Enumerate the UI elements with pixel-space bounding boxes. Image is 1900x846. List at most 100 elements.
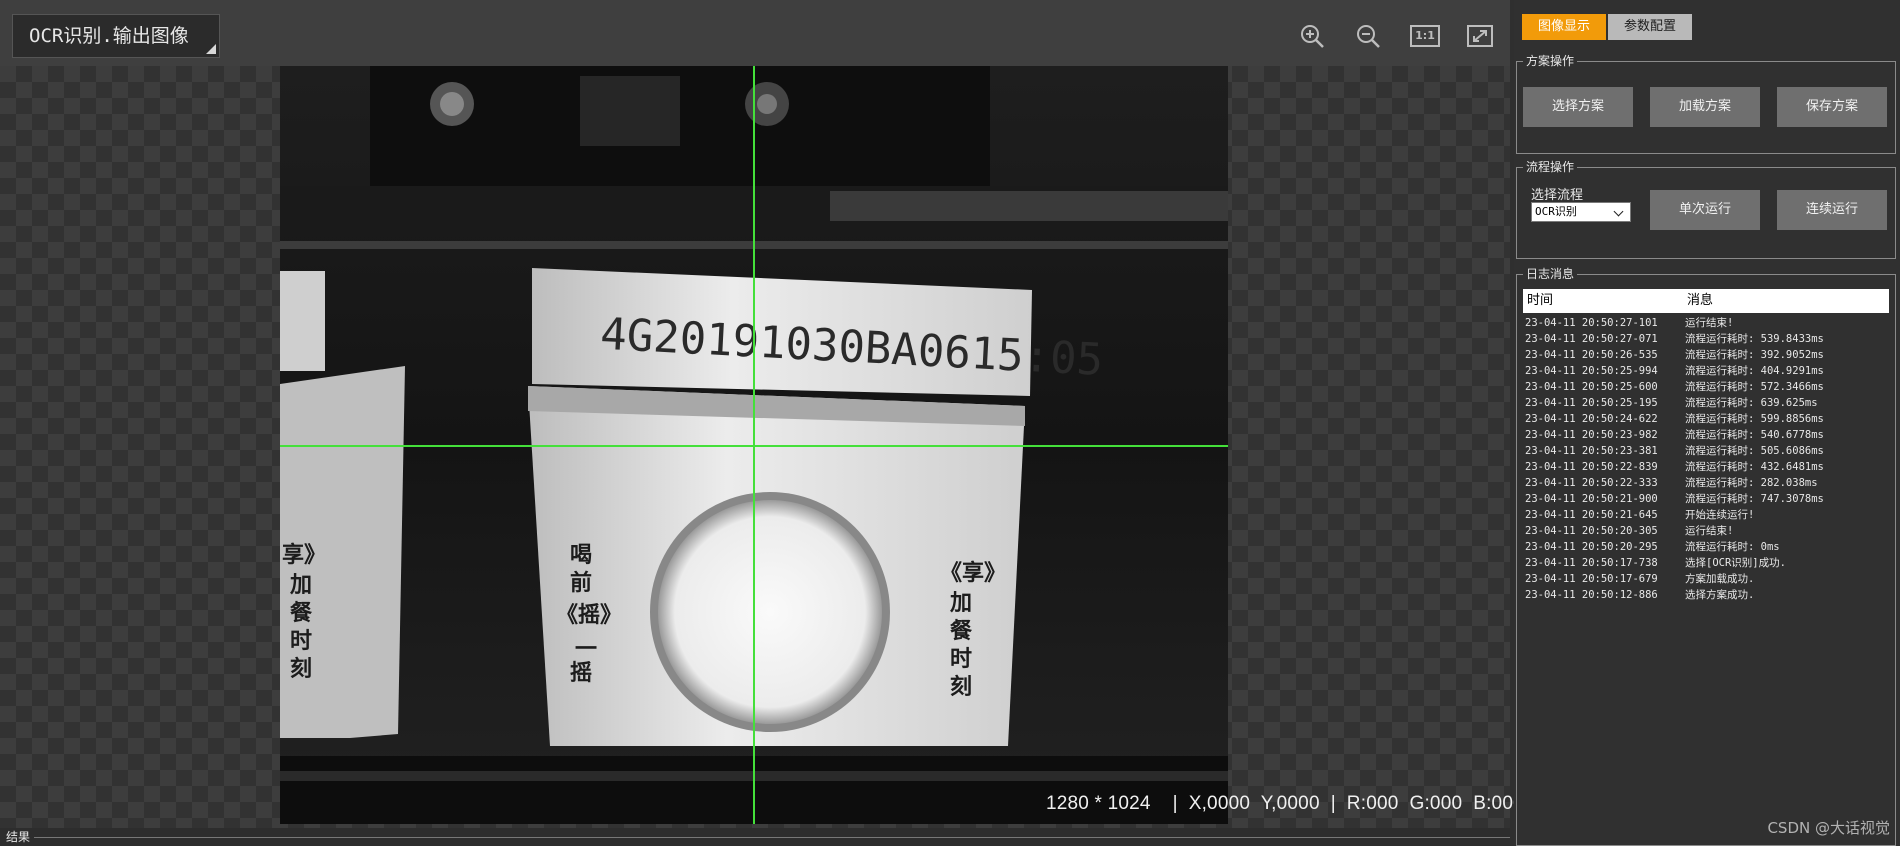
log-message: 选择方案成功. [1685,589,1755,601]
result-divider [34,837,1510,838]
box-text-f4: 时 [290,629,312,654]
box-text-f3: 餐 [290,601,313,626]
log-time: 23-04-11 20:50:12-886 [1525,589,1658,601]
flow-select-value: OCR识别 [1535,205,1577,218]
actual-size-label: 1:1 [1415,29,1435,42]
control-panel: 图像显示 参数配置 方案操作 选择方案 加载方案 保存方案 流程操作 选择流程 … [1514,0,1900,846]
log-row[interactable]: 23-04-11 20:50:21-900 流程运行耗时: 747.3078ms [1523,491,1889,507]
log-message: 方案加载成功. [1685,573,1755,585]
watermark: CSDN @大话视觉 [1767,819,1890,837]
box-text-l1: 喝 [570,543,592,568]
cursor-x: X,0000 [1188,793,1251,814]
log-time: 23-04-11 20:50:22-333 [1525,477,1658,489]
log-message: 运行结束! [1685,317,1734,329]
tab-image-display[interactable]: 图像显示 [1522,14,1606,40]
log-col-message: 消息 [1687,293,1714,308]
image-size: 1280 * 1024 [1046,793,1151,814]
log-time: 23-04-11 20:50:20-305 [1525,525,1658,537]
log-time: 23-04-11 20:50:21-645 [1525,509,1658,521]
camera-image-render: 4G20191030BA0615:05 喝 前 《摇》 一 摇 《享》 加 餐 … [280,66,1228,824]
fit-window-icon[interactable] [1466,22,1494,50]
actual-size-icon[interactable]: 1:1 [1410,25,1440,47]
box-text-r1: 《享》 [940,560,1006,586]
pixel-g: G:000 [1409,793,1463,814]
box-text-l2: 前 [570,570,592,596]
log-time: 23-04-11 20:50:22-839 [1525,461,1658,473]
zoom-out-icon[interactable] [1354,22,1382,50]
save-scheme-button[interactable]: 保存方案 [1777,87,1887,127]
log-time: 23-04-11 20:50:21-900 [1525,493,1658,505]
load-scheme-button[interactable]: 加载方案 [1650,87,1760,127]
log-row[interactable]: 23-04-11 20:50:12-886 选择方案成功. [1523,587,1889,603]
tab-param-config[interactable]: 参数配置 [1608,14,1692,40]
run-once-button[interactable]: 单次运行 [1650,190,1760,230]
log-group-title: 日志消息 [1523,266,1578,282]
dropdown-corner-icon [206,44,216,54]
log-message: 流程运行耗时: 572.3466ms [1685,381,1824,393]
log-message: 运行结束! [1685,525,1734,537]
zoom-in-icon[interactable] [1298,22,1326,50]
viewer-toolbar: OCR识别.输出图像 1:1 [0,0,1510,66]
box-text-f5: 刻 [290,656,312,682]
image-source-select[interactable]: OCR识别.输出图像 [12,14,220,58]
pixel-status-bar: 1280 * 1024 | X,0000 Y,0000 | R:000 G:00… [1046,793,1524,814]
log-row[interactable]: 23-04-11 20:50:17-738 选择[OCR识别]成功. [1523,555,1889,571]
image-viewer: OCR识别.输出图像 1:1 4G20191030BA0615:05 喝 前 《… [0,0,1524,846]
result-title: 结果 [6,830,31,844]
log-row[interactable]: 23-04-11 20:50:22-839 流程运行耗时: 432.6481ms [1523,459,1889,475]
log-message: 流程运行耗时: 540.6778ms [1685,429,1824,441]
log-row[interactable]: 23-04-11 20:50:25-600 流程运行耗时: 572.3466ms [1523,379,1889,395]
box-text-l5: 摇 [570,660,592,686]
log-row[interactable]: 23-04-11 20:50:26-535 流程运行耗时: 392.9052ms [1523,347,1889,363]
box-text-f1: 享》 [282,542,326,568]
log-row[interactable]: 23-04-11 20:50:21-645 开始连续运行! [1523,507,1889,523]
log-row[interactable]: 23-04-11 20:50:17-679 方案加载成功. [1523,571,1889,587]
scheme-group: 方案操作 选择方案 加载方案 保存方案 [1516,53,1896,154]
log-row[interactable]: 23-04-11 20:50:23-381 流程运行耗时: 505.6086ms [1523,443,1889,459]
box-text-l4: 一 [575,637,597,662]
box-text-r4: 时 [950,647,972,672]
image-source-label: OCR识别.输出图像 [29,25,189,47]
log-message: 流程运行耗时: 747.3078ms [1685,493,1824,505]
log-message: 流程运行耗时: 599.8856ms [1685,413,1824,425]
log-group: 日志消息 时间 消息 23-04-11 20:50:27-101 运行结束! 23-… [1516,266,1896,846]
log-row[interactable]: 23-04-11 20:50:22-333 流程运行耗时: 282.038ms [1523,475,1889,491]
log-row[interactable]: 23-04-11 20:50:27-101 运行结束! [1523,315,1889,331]
box-text-r3: 餐 [950,619,973,644]
log-row[interactable]: 23-04-11 20:50:20-305 运行结束! [1523,523,1889,539]
log-time: 23-04-11 20:50:27-101 [1525,317,1658,329]
run-continuous-button[interactable]: 连续运行 [1777,190,1887,230]
log-list[interactable]: 23-04-11 20:50:27-101 运行结束! 23-04-11 20:50… [1523,315,1889,603]
flow-select[interactable]: OCR识别 [1531,202,1631,222]
log-message: 流程运行耗时: 282.038ms [1685,477,1818,489]
log-message: 流程运行耗时: 539.8433ms [1685,333,1824,345]
log-time: 23-04-11 20:50:25-600 [1525,381,1658,393]
log-message: 流程运行耗时: 505.6086ms [1685,445,1824,457]
log-row[interactable]: 23-04-11 20:50:20-295 流程运行耗时: 0ms [1523,539,1889,555]
chevron-down-icon [1613,206,1624,217]
log-row[interactable]: 23-04-11 20:50:27-071 流程运行耗时: 539.8433ms [1523,331,1889,347]
select-scheme-button[interactable]: 选择方案 [1523,87,1633,127]
log-row[interactable]: 23-04-11 20:50:23-982 流程运行耗时: 540.6778ms [1523,427,1889,443]
box-text-r2: 加 [949,591,972,616]
camera-image: 4G20191030BA0615:05 喝 前 《摇》 一 摇 《享》 加 餐 … [280,66,1228,824]
box-text-l3: 《摇》 [556,602,622,628]
log-message: 流程运行耗时: 432.6481ms [1685,461,1824,473]
flow-select-label: 选择流程 [1531,188,1584,203]
log-message: 流程运行耗时: 639.625ms [1685,397,1818,409]
log-message: 流程运行耗时: 392.9052ms [1685,349,1824,361]
box-text-r5: 刻 [950,674,972,700]
log-header: 时间 消息 [1523,289,1889,313]
pixel-r: R:000 [1346,793,1399,814]
log-row[interactable]: 23-04-11 20:50:25-994 流程运行耗时: 404.9291ms [1523,363,1889,379]
log-col-time: 时间 [1527,293,1554,308]
log-row[interactable]: 23-04-11 20:50:25-195 流程运行耗时: 639.625ms [1523,395,1889,411]
log-time: 23-04-11 20:50:20-295 [1525,541,1658,553]
log-row[interactable]: 23-04-11 20:50:24-622 流程运行耗时: 599.8856ms [1523,411,1889,427]
log-time: 23-04-11 20:50:23-982 [1525,429,1658,441]
log-message: 开始连续运行! [1685,509,1755,521]
log-time: 23-04-11 20:50:26-535 [1525,349,1658,361]
log-message: 选择[OCR识别]成功. [1685,557,1786,569]
log-time: 23-04-11 20:50:25-195 [1525,397,1658,409]
log-time: 23-04-11 20:50:25-994 [1525,365,1658,377]
